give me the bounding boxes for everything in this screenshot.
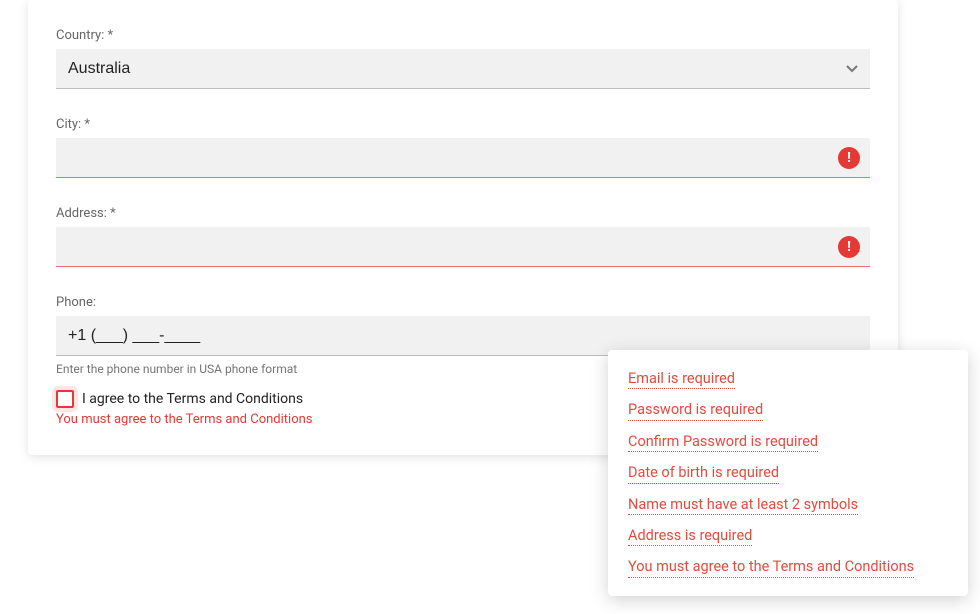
summary-item[interactable]: Name must have at least 2 symbols [628, 496, 858, 515]
summary-item[interactable]: Address is required [628, 527, 752, 546]
agree-checkbox[interactable] [56, 390, 74, 408]
agree-label: I agree to the Terms and Conditions [82, 391, 303, 407]
city-input-wrap: ! [56, 138, 870, 178]
summary-item[interactable]: Confirm Password is required [628, 433, 818, 452]
city-input[interactable] [56, 138, 870, 178]
city-label: City: * [56, 117, 870, 132]
city-field: City: * ! [56, 117, 870, 178]
phone-label: Phone: [56, 295, 870, 310]
country-input-wrap [56, 49, 870, 89]
error-icon: ! [838, 147, 860, 169]
error-icon: ! [838, 236, 860, 258]
summary-item[interactable]: Email is required [628, 370, 735, 389]
address-label: Address: * [56, 206, 870, 221]
country-field: Country: * [56, 28, 870, 89]
summary-item[interactable]: Date of birth is required [628, 464, 779, 483]
country-select[interactable] [56, 49, 870, 89]
address-field: Address: * ! [56, 206, 870, 267]
validation-summary: Email is required Password is required C… [608, 350, 968, 596]
address-input[interactable] [56, 227, 870, 267]
address-input-wrap: ! [56, 227, 870, 267]
summary-item[interactable]: Password is required [628, 401, 763, 420]
country-label: Country: * [56, 28, 870, 43]
summary-item[interactable]: You must agree to the Terms and Conditio… [628, 558, 914, 577]
